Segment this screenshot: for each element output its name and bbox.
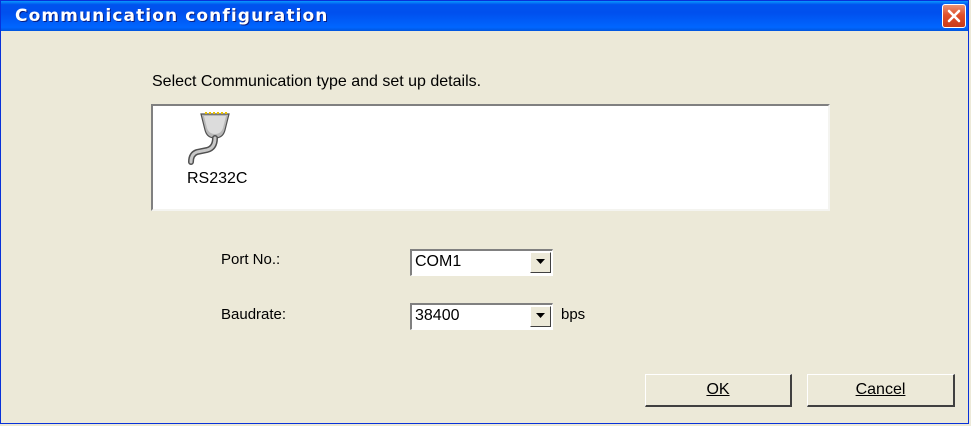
cancel-button-label: Cancel [855, 381, 906, 398]
cancel-button[interactable]: Cancel [807, 374, 955, 407]
ok-button-label: OK [706, 381, 730, 398]
instruction-text: Select Communication type and set up det… [152, 73, 482, 90]
baudrate-select[interactable]: 38400 [410, 303, 553, 330]
port-value: COM1 [415, 253, 462, 270]
list-item-label: RS232C [187, 170, 248, 187]
baudrate-unit: bps [561, 306, 586, 323]
chevron-down-icon [536, 259, 545, 264]
dialog-title: Communication configuration [15, 6, 329, 26]
close-icon [947, 9, 961, 23]
list-item-rs232c[interactable]: RS232C [183, 108, 263, 198]
communication-type-list[interactable]: RS232C [151, 104, 830, 211]
port-select[interactable]: COM1 [410, 249, 553, 276]
baudrate-dropdown-button[interactable] [530, 306, 551, 327]
port-dropdown-button[interactable] [530, 252, 551, 273]
serial-port-icon [188, 112, 230, 165]
communication-configuration-dialog: Communication configuration Select Commu… [0, 0, 969, 424]
baudrate-value: 38400 [415, 307, 460, 324]
title-bar[interactable]: Communication configuration [1, 1, 968, 31]
port-label: Port No.: [221, 251, 281, 268]
ok-button[interactable]: OK [645, 374, 792, 407]
chevron-down-icon [536, 313, 545, 318]
close-button[interactable] [942, 4, 966, 28]
baudrate-label: Baudrate: [221, 306, 287, 323]
